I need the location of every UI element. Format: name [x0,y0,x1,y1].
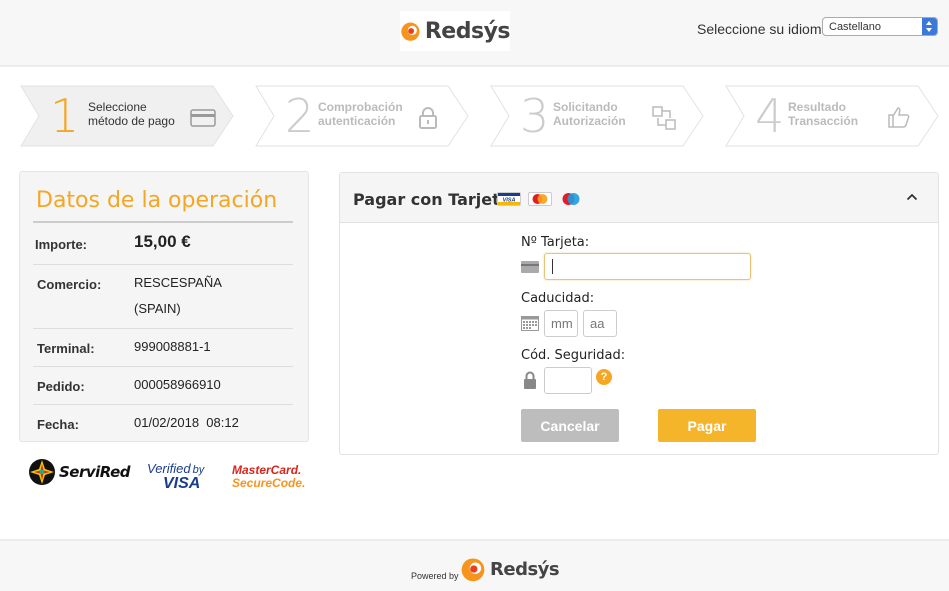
servired-text: ServiRed [59,463,131,481]
step-1-line2: método de pago [88,114,175,128]
footer-redsys-logo-icon [461,558,485,582]
redsys-logo: Redsýs [400,11,511,51]
security-brand-logos: ServiRed Verified by VISA MasterCard. Sec… [28,456,305,496]
visa-card-icon: VISA [497,192,521,206]
language-selected-value: Castellano [829,20,881,33]
order-row: Pedido: 000058966910 [33,367,293,405]
expiry-month-placeholder: mm [551,316,573,331]
footer-redsys-logo-text: Redsýs [490,558,560,580]
thumbs-up-icon [888,107,910,128]
terminal-label: Terminal: [37,341,95,356]
language-label: Seleccione su idioma [697,21,830,37]
step-4-line1: Resultado [788,100,847,114]
step-2-line1: Comprobación [318,100,403,114]
step-4: 4 Resultado Transacción [725,85,940,147]
calendar-icon [521,316,539,331]
servired-logo: ServiRed [28,458,131,486]
step-2-number: 2 [285,89,315,143]
operation-details-panel: Datos de la operación Importe: 15,00 € C… [19,171,309,442]
pay-button[interactable]: Pagar [658,409,756,442]
step-3-line2: Autorización [553,114,626,128]
step-1-line1: Seleccione [88,100,147,114]
expiry-year-input[interactable]: aa [583,310,617,337]
step-1-number: 1 [50,89,80,143]
card-panel-header[interactable]: Pagar con Tarjeta VISA [340,173,938,223]
step-1: 1 Seleccione método de pago [20,85,235,147]
step-2-text: Comprobación autenticación [318,100,428,128]
cvv-label: Cód. Seguridad: [521,348,626,363]
mastercard-icon [528,192,552,206]
securecode-text: SecureCode. [232,476,306,490]
verified-by-visa-logo: Verified by VISA [147,461,204,492]
step-3-text: Solicitando Autorización [553,100,663,128]
progress-steps: 1 Seleccione método de pago 2 Comprobaci… [20,85,940,147]
date-row: Fecha: 01/02/2018 08:12 [33,405,293,442]
redsys-logo-text: Redsýs [424,18,511,44]
merchant-row: Comercio: RESCESPAÑA (SPAIN) [33,265,293,329]
expiry-label: Caducidad: [521,291,595,306]
title-divider [33,221,293,223]
cvv-input[interactable] [544,367,592,394]
step-4-number: 4 [755,89,785,143]
step-2-line2: autenticación [318,114,396,128]
amount-label: Importe: [35,237,87,252]
terminal-value: 999008881-1 [134,339,211,354]
amount-row: Importe: 15,00 € [33,224,293,265]
card-number-input[interactable] [544,253,751,280]
date-value: 01/02/2018 08:12 [134,415,239,430]
step-1-text: Seleccione método de pago [88,100,198,128]
help-icon[interactable]: ? [596,369,612,385]
verified-text: Verified [147,461,191,476]
powered-by-label: Powered by [411,571,459,581]
mastercard-securecode-logo: MasterCard. SecureCode. [232,464,305,490]
expiry-month-input[interactable]: mm [544,310,578,337]
redsys-logo-icon [401,22,420,41]
card-number-label: Nº Tarjeta: [521,235,590,250]
card-icon [190,109,216,127]
help-icon-glyph: ? [600,371,608,383]
visa-card-label: VISA [503,198,516,204]
order-label: Pedido: [37,379,85,394]
card-panel-title: Pagar con Tarjeta [353,190,511,209]
merchant-value: RESCESPAÑA [134,275,222,290]
step-3-line1: Solicitando [553,100,618,114]
servired-star-icon [29,459,55,485]
step-3-number: 3 [520,89,550,143]
terminal-row: Terminal: 999008881-1 [33,329,293,367]
language-select[interactable]: Castellano [822,17,938,36]
expiry-year-placeholder: aa [590,316,605,331]
card-payment-panel: Pagar con Tarjeta VISA Nº Tarjeta: Caduc… [339,172,939,455]
cancel-button[interactable]: Cancelar [521,409,619,442]
step-4-line2: Transacción [788,114,859,128]
merchant-country: (SPAIN) [134,301,181,316]
card-number-icon [521,261,539,273]
chevron-up-icon[interactable] [906,193,918,201]
date-label: Fecha: [37,417,79,432]
header: Redsýs Seleccione su idioma Castellano [0,0,949,67]
step-2: 2 Comprobación autenticación [255,85,470,147]
order-value: 000058966910 [134,377,221,392]
amount-value: 15,00 € [134,232,191,251]
visa-text: VISA [163,475,201,492]
step-4-text: Resultado Transacción [788,100,898,128]
step-3: 3 Solicitando Autorización [490,85,705,147]
lock-icon [419,107,437,129]
maestro-card-icon [562,193,580,205]
merchant-label: Comercio: [37,277,102,292]
select-arrows-icon [922,18,937,35]
transfer-icon [652,106,676,130]
footer: Powered by Redsýs [0,539,949,591]
footer-redsys-logo: Redsýs [460,556,560,582]
padlock-icon [524,371,536,389]
text-cursor [552,259,553,274]
operation-title: Datos de la operación [36,188,278,213]
